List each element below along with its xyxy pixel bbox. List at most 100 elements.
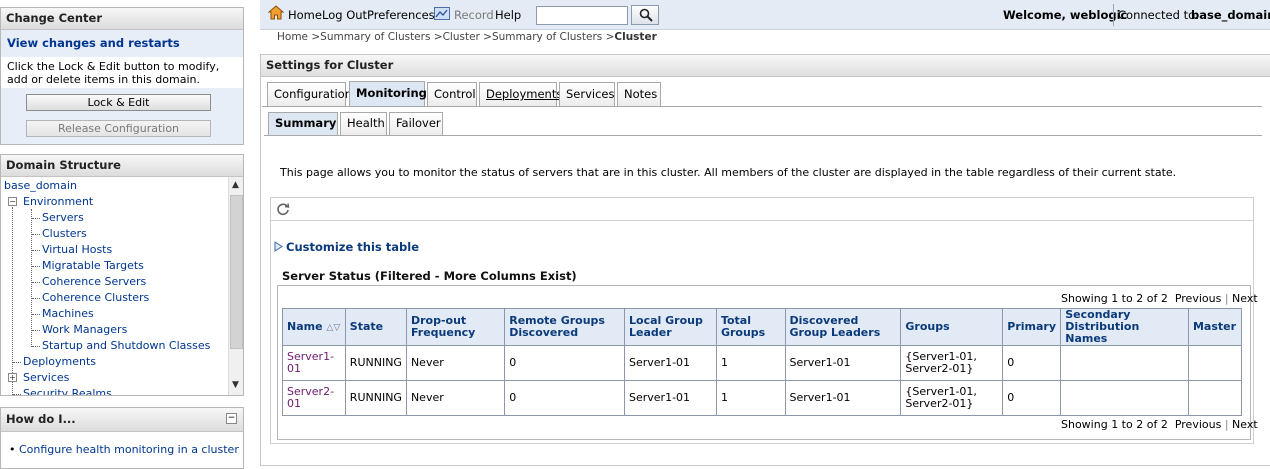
top-toolbar: Home Log Out Preferences Record Help Wel… bbox=[260, 0, 1270, 30]
tree-connector bbox=[31, 209, 32, 347]
how-do-i-link[interactable]: Configure health monitoring in a cluster bbox=[19, 443, 239, 456]
refresh-icon[interactable] bbox=[276, 202, 290, 216]
column-header-state[interactable]: State bbox=[344, 308, 407, 346]
breadcrumb-cluster[interactable]: Cluster > bbox=[443, 31, 492, 43]
subtab-summary[interactable]: Summary bbox=[268, 112, 338, 135]
server-name-link[interactable]: Server2-01 bbox=[282, 380, 346, 416]
change-center-instructions: Click the Lock & Edit button to modify, … bbox=[1, 57, 243, 88]
tree-node-migratable-targets[interactable]: Migratable Targets bbox=[42, 259, 144, 273]
pager-next[interactable]: Next bbox=[1232, 418, 1258, 431]
table-cell-master bbox=[1187, 345, 1243, 381]
column-header-primary[interactable]: Primary bbox=[1002, 308, 1062, 346]
column-header-groups[interactable]: Groups bbox=[900, 308, 1004, 346]
breadcrumb-summary-of-clusters-2[interactable]: Summary of Clusters > bbox=[492, 31, 614, 43]
preferences-link[interactable]: Preferences bbox=[367, 8, 435, 22]
column-header-name-label: Name bbox=[287, 319, 323, 333]
scroll-up-icon[interactable]: ▲ bbox=[232, 180, 239, 190]
tree-connector bbox=[32, 298, 40, 299]
tab-deployments[interactable]: Deployments bbox=[479, 82, 562, 106]
breadcrumb-home[interactable]: Home > bbox=[277, 31, 320, 43]
how-do-i-panel: How do I... − • Configure health monitor… bbox=[0, 407, 244, 469]
collapse-environment-icon[interactable]: − bbox=[8, 197, 17, 206]
tree-node-environment[interactable]: Environment bbox=[23, 195, 93, 209]
tree-connector bbox=[32, 346, 40, 347]
scroll-down-icon[interactable]: ▼ bbox=[232, 380, 239, 390]
customize-table-link[interactable]: Customize this table bbox=[286, 240, 419, 254]
collapse-panel-icon[interactable]: − bbox=[226, 413, 237, 424]
change-center-panel: Change Center View changes and restarts … bbox=[0, 7, 244, 145]
tree-node-coherence-clusters[interactable]: Coherence Clusters bbox=[42, 291, 149, 305]
tree-node-security-realms[interactable]: Security Realms bbox=[23, 387, 112, 395]
tree-node-work-managers[interactable]: Work Managers bbox=[42, 323, 127, 337]
column-header-name[interactable]: Name △▽ bbox=[282, 308, 346, 346]
column-header-total-groups[interactable]: Total Groups bbox=[715, 308, 786, 346]
breadcrumb-summary-of-clusters[interactable]: Summary of Clusters > bbox=[320, 31, 442, 43]
column-header-remote-groups[interactable]: Remote Groups Discovered bbox=[504, 308, 625, 346]
connected-label: Connected to: bbox=[1118, 8, 1199, 22]
search-icon bbox=[639, 8, 653, 22]
tree-node-startup-shutdown-classes[interactable]: Startup and Shutdown Classes bbox=[42, 339, 210, 353]
page-description: This page allows you to monitor the stat… bbox=[280, 166, 1177, 179]
release-configuration-button[interactable]: Release Configuration bbox=[26, 120, 211, 137]
pager-top: Showing 1 to 2 of 2 Previous | Next bbox=[1061, 292, 1258, 305]
table-row: Server1-01 RUNNING Never 0 Server1-01 1 … bbox=[282, 345, 1243, 381]
table-header-row: Name △▽ State Drop-out Frequency Remote … bbox=[282, 308, 1243, 346]
tab-notes[interactable]: Notes bbox=[617, 82, 661, 106]
pager-previous[interactable]: Previous bbox=[1175, 292, 1222, 305]
search-input[interactable] bbox=[536, 6, 628, 25]
home-icon[interactable] bbox=[267, 5, 285, 23]
pager-showing: Showing 1 to 2 of 2 bbox=[1061, 292, 1168, 305]
expand-services-icon[interactable]: + bbox=[8, 373, 17, 382]
tree-root-base-domain[interactable]: base_domain bbox=[4, 179, 77, 193]
tab-control[interactable]: Control bbox=[427, 82, 477, 106]
breadcrumb-current: Cluster bbox=[614, 31, 657, 43]
how-do-i-title: How do I... bbox=[1, 408, 243, 432]
tree-node-servers[interactable]: Servers bbox=[42, 211, 84, 225]
tree-connector bbox=[32, 330, 40, 331]
subtab-health[interactable]: Health bbox=[340, 112, 387, 135]
table-cell-secondary bbox=[1060, 345, 1189, 381]
column-header-discovered-group-leaders[interactable]: Discovered Group Leaders bbox=[784, 308, 902, 346]
view-changes-link[interactable]: View changes and restarts bbox=[1, 30, 243, 57]
how-do-i-item[interactable]: • Configure health monitoring in a clust… bbox=[9, 443, 239, 456]
pager-previous[interactable]: Previous bbox=[1175, 418, 1222, 431]
server-name-link[interactable]: Server1-01 bbox=[282, 345, 346, 381]
column-header-secondary-distribution-names[interactable]: Secondary Distribution Names bbox=[1060, 308, 1189, 346]
table-cell-primary: 0 bbox=[1002, 345, 1062, 381]
expand-triangle-icon[interactable] bbox=[274, 241, 283, 255]
tree-node-coherence-servers[interactable]: Coherence Servers bbox=[42, 275, 146, 289]
tree-node-services[interactable]: Services bbox=[23, 371, 69, 385]
table-cell-groups: {Server1-01, Server2-01} bbox=[900, 345, 1004, 381]
tree-connector bbox=[12, 207, 13, 395]
table-cell-remote-groups: 0 bbox=[504, 380, 625, 416]
home-link[interactable]: Home bbox=[288, 8, 322, 22]
tree-node-deployments[interactable]: Deployments bbox=[23, 355, 96, 369]
tab-configuration[interactable]: Configuration bbox=[267, 82, 352, 106]
tree-scrollbar[interactable]: ▲ ▼ bbox=[228, 177, 243, 395]
subtab-failover[interactable]: Failover bbox=[389, 112, 443, 135]
pager-bottom: Showing 1 to 2 of 2 Previous | Next bbox=[1061, 418, 1258, 431]
logout-link[interactable]: Log Out bbox=[322, 8, 367, 22]
table-cell-total-groups: 1 bbox=[715, 380, 786, 416]
bullet-icon: • bbox=[9, 443, 16, 456]
tab-services[interactable]: Services bbox=[559, 82, 615, 106]
domain-structure-title: Domain Structure bbox=[1, 155, 243, 177]
column-header-dropout-frequency[interactable]: Drop-out Frequency bbox=[405, 308, 506, 346]
domain-structure-panel: Domain Structure base_domain − Environme… bbox=[0, 154, 244, 396]
column-header-local-group-leader[interactable]: Local Group Leader bbox=[624, 308, 717, 346]
table-cell-local-leader: Server1-01 bbox=[624, 345, 717, 381]
tab-monitoring[interactable]: Monitoring bbox=[349, 81, 427, 107]
tree-node-virtual-hosts[interactable]: Virtual Hosts bbox=[42, 243, 112, 257]
pager-next[interactable]: Next bbox=[1232, 292, 1258, 305]
search-button[interactable] bbox=[631, 5, 659, 25]
sort-ascending-icon[interactable]: △▽ bbox=[326, 323, 340, 333]
column-header-master[interactable]: Master bbox=[1187, 308, 1243, 346]
table-cell-discovered-leaders: Server1-01 bbox=[784, 345, 902, 381]
tree-node-machines[interactable]: Machines bbox=[42, 307, 94, 321]
connected-domain: base_domain bbox=[1191, 8, 1270, 22]
tree-node-clusters[interactable]: Clusters bbox=[42, 227, 87, 241]
table-cell-master bbox=[1187, 380, 1243, 416]
help-link[interactable]: Help bbox=[495, 8, 521, 22]
lock-edit-button[interactable]: Lock & Edit bbox=[26, 94, 211, 111]
tree-scrollbar-thumb[interactable] bbox=[230, 195, 243, 349]
